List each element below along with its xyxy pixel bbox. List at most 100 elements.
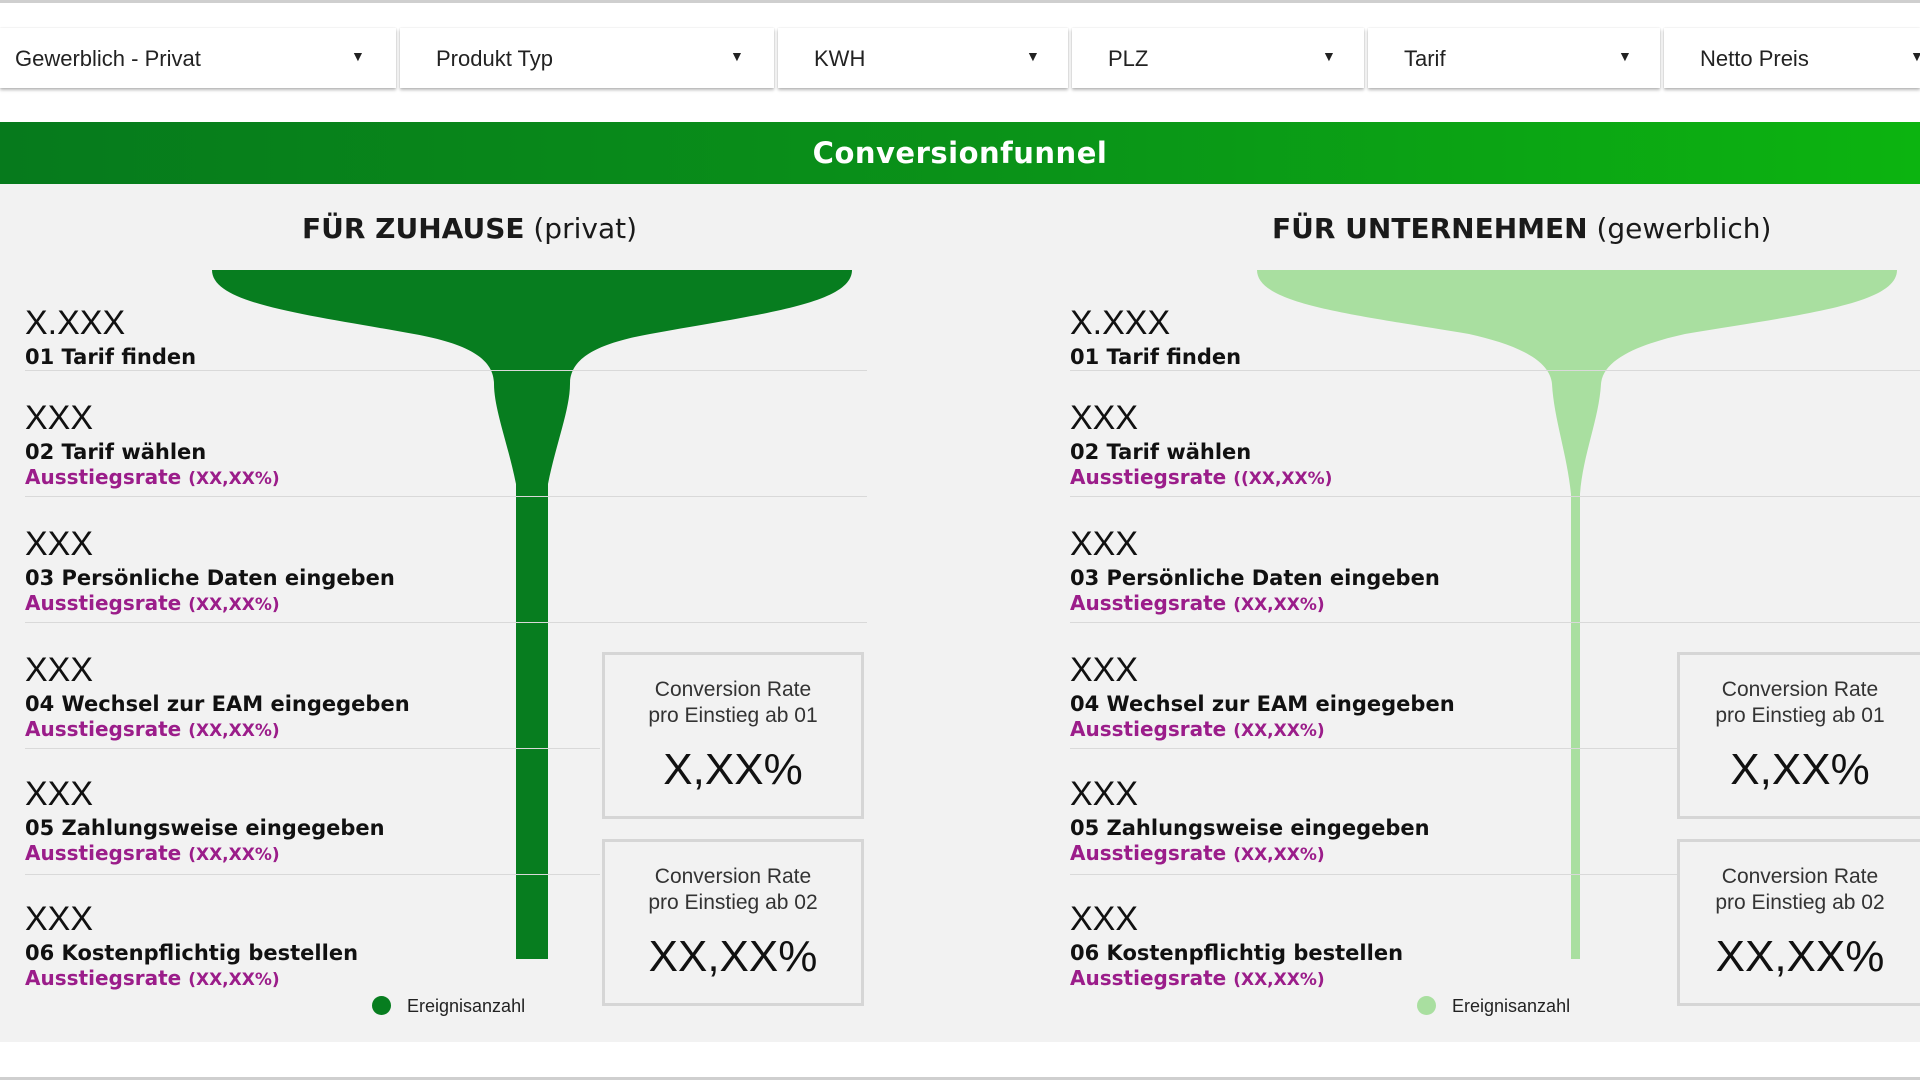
cr-label-line1: Conversion Rate — [1721, 678, 1879, 701]
dropdown-arrow-icon: ▼ — [351, 48, 365, 64]
cr-label: Conversion Rate pro Einstieg ab 02 — [1680, 864, 1920, 916]
business-conversion-rate-01: Conversion Rate pro Einstieg ab 01 X,XX% — [1677, 652, 1920, 819]
filter-label: PLZ — [1108, 46, 1149, 71]
exit-rate-label: Ausstiegsrate — [25, 841, 182, 865]
exit-rate-value: (XX,XX%) — [188, 595, 280, 615]
cr-value: XX,XX% — [1715, 932, 1885, 981]
conversionfunnel-banner: Conversionfunnel — [0, 122, 1920, 184]
exit-rate-value: (XX,XX%) — [1233, 595, 1325, 615]
step-value: XXX — [25, 399, 94, 437]
business-step-03: XXX 03 Persönliche Daten eingeben Aussti… — [1070, 525, 1910, 617]
filter-gewerblich-privat[interactable]: Gewerblich - Privat ▼ — [0, 28, 396, 88]
cr-label-line2: pro Einstieg ab 01 — [1715, 704, 1885, 727]
filter-label: Gewerblich - Privat — [15, 46, 201, 71]
step-separator — [1070, 370, 1920, 371]
step-value: XXX — [25, 525, 94, 563]
funnel-panel: FÜR ZUHAUSE (privat) X.XXX 01 Tarif find… — [0, 184, 1920, 1042]
step-separator — [1070, 622, 1920, 623]
private-legend: Ereignisanzahl — [372, 996, 525, 1017]
private-section: FÜR ZUHAUSE (privat) X.XXX 01 Tarif find… — [0, 184, 900, 1042]
exit-rate-label: Ausstiegsrate — [25, 465, 182, 489]
cr-label: Conversion Rate pro Einstieg ab 02 — [605, 864, 861, 916]
exit-rate-label: Ausstiegsrate — [1070, 591, 1227, 615]
exit-rate: Ausstiegsrate (XX,XX%) — [25, 465, 865, 491]
filter-label: Tarif — [1404, 46, 1446, 71]
filter-plz[interactable]: PLZ ▼ — [1072, 28, 1364, 88]
business-step-01: X.XXX 01 Tarif finden — [1070, 304, 1910, 370]
cr-label-line1: Conversion Rate — [654, 865, 812, 888]
step-value: XXX — [1070, 525, 1139, 563]
private-conversion-rate-01: Conversion Rate pro Einstieg ab 01 X,XX% — [602, 652, 864, 819]
dropdown-arrow-icon: ▼ — [1322, 48, 1336, 64]
top-divider — [0, 0, 1920, 3]
step-value: X.XXX — [25, 304, 126, 342]
business-legend: Ereignisanzahl — [1417, 996, 1570, 1017]
step-value: X.XXX — [1070, 304, 1171, 342]
legend-label: Ereignisanzahl — [1452, 996, 1571, 1016]
step-name: 01 Tarif finden — [25, 345, 197, 369]
exit-rate-label: Ausstiegsrate — [1070, 841, 1227, 865]
filter-bar: Gewerblich - Privat ▼ Produkt Typ ▼ KWH … — [0, 28, 1920, 90]
exit-rate-value: (XX,XX%) — [1233, 845, 1325, 865]
step-separator — [25, 370, 867, 371]
step-separator — [1070, 496, 1920, 497]
exit-rate-value: (XX,XX%) — [188, 970, 280, 990]
step-separator — [25, 874, 600, 875]
legend-label: Ereignisanzahl — [407, 996, 526, 1016]
step-separator — [25, 496, 867, 497]
exit-rate-value: (XX,XX%) — [188, 469, 280, 489]
filter-label: Produkt Typ — [436, 46, 553, 71]
private-step-01: X.XXX 01 Tarif finden — [25, 304, 865, 370]
step-value: XXX — [1070, 399, 1139, 437]
exit-rate-label: Ausstiegsrate — [1070, 966, 1227, 990]
private-step-02: XXX 02 Tarif wählen Ausstiegsrate (XX,XX… — [25, 399, 865, 491]
business-conversion-rate-02: Conversion Rate pro Einstieg ab 02 XX,XX% — [1677, 839, 1920, 1006]
step-name: 03 Persönliche Daten eingeben — [1070, 566, 1440, 590]
exit-rate-label: Ausstiegsrate — [25, 966, 182, 990]
exit-rate-value: ((XX,XX%) — [1233, 469, 1333, 489]
exit-rate-label: Ausstiegsrate — [25, 717, 182, 741]
exit-rate-value: (XX,XX%) — [188, 721, 280, 741]
cr-label-line2: pro Einstieg ab 02 — [1715, 891, 1885, 914]
filter-label: KWH — [814, 46, 866, 71]
filter-tarif[interactable]: Tarif ▼ — [1368, 28, 1660, 88]
cr-value: X,XX% — [663, 745, 803, 794]
dropdown-arrow-icon: ▼ — [1910, 48, 1920, 64]
step-separator — [25, 622, 867, 623]
exit-rate-value: (XX,XX%) — [1233, 970, 1325, 990]
step-separator — [1070, 874, 1700, 875]
business-section: FÜR UNTERNEHMEN (gewerblich) X.XXX 01 Ta… — [1045, 184, 1920, 1042]
exit-rate-value: (XX,XX%) — [188, 845, 280, 865]
exit-rate: Ausstiegsrate (XX,XX%) — [1070, 591, 1910, 617]
cr-label-line1: Conversion Rate — [1721, 865, 1879, 888]
cr-label-line2: pro Einstieg ab 02 — [648, 891, 818, 914]
cr-label-line2: pro Einstieg ab 01 — [648, 704, 818, 727]
dropdown-arrow-icon: ▼ — [730, 48, 744, 64]
step-separator — [1070, 748, 1700, 749]
filter-netto-preis[interactable]: Netto Preis ▼ — [1664, 28, 1920, 88]
banner-title: Conversionfunnel — [812, 136, 1108, 170]
filter-label: Netto Preis — [1700, 46, 1809, 71]
cr-value: X,XX% — [1730, 745, 1870, 794]
legend-dot-icon — [1417, 996, 1436, 1015]
step-name: 02 Tarif wählen — [1070, 440, 1252, 464]
exit-rate: Ausstiegsrate ((XX,XX%) — [1070, 465, 1910, 491]
step-name: 01 Tarif finden — [1070, 345, 1242, 369]
business-step-02: XXX 02 Tarif wählen Ausstiegsrate ((XX,X… — [1070, 399, 1910, 491]
cr-label-line1: Conversion Rate — [654, 678, 812, 701]
exit-rate-label: Ausstiegsrate — [1070, 465, 1227, 489]
legend-dot-icon — [372, 996, 391, 1015]
step-name: 02 Tarif wählen — [25, 440, 207, 464]
dropdown-arrow-icon: ▼ — [1618, 48, 1632, 64]
private-conversion-rate-02: Conversion Rate pro Einstieg ab 02 XX,XX% — [602, 839, 864, 1006]
private-step-03: XXX 03 Persönliche Daten eingeben Aussti… — [25, 525, 865, 617]
step-separator — [25, 748, 600, 749]
exit-rate-value: (XX,XX%) — [1233, 721, 1325, 741]
exit-rate-label: Ausstiegsrate — [1070, 717, 1227, 741]
cr-value: XX,XX% — [648, 932, 818, 981]
filter-kwh[interactable]: KWH ▼ — [778, 28, 1068, 88]
step-name: 03 Persönliche Daten eingeben — [25, 566, 395, 590]
filter-produkt-typ[interactable]: Produkt Typ ▼ — [400, 28, 774, 88]
cr-label: Conversion Rate pro Einstieg ab 01 — [605, 677, 861, 729]
cr-label: Conversion Rate pro Einstieg ab 01 — [1680, 677, 1920, 729]
